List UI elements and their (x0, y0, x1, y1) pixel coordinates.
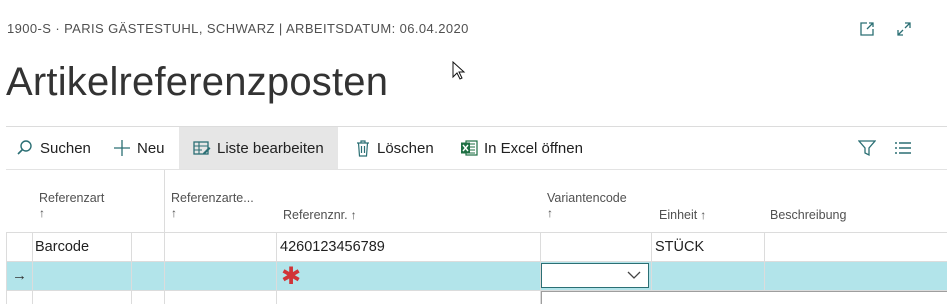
column-header-label: Referenzarte... (171, 191, 254, 205)
dropdown-flyout[interactable] (541, 291, 947, 304)
new-row[interactable] (6, 261, 947, 290)
required-field-icon: ✱ (281, 263, 302, 290)
variantencode-dropdown[interactable] (541, 263, 649, 288)
column-header-variantencode[interactable]: Variantencode ↑ (547, 191, 627, 221)
chevron-down-icon (627, 271, 641, 279)
grid-line (6, 232, 7, 304)
cell-einheit[interactable]: STÜCK (655, 239, 704, 255)
column-header-referenzart-nr[interactable]: Referenzarte... ↑ (171, 191, 254, 221)
grid-line (32, 232, 33, 304)
new-button-label: Neu (137, 139, 165, 157)
new-button[interactable]: Neu (113, 127, 165, 169)
edit-list-button[interactable]: Liste bearbeiten (179, 127, 338, 169)
list-view-button[interactable] (894, 127, 912, 169)
cell-referenznr[interactable]: 4260123456789 (280, 239, 385, 255)
grid-line (164, 170, 165, 304)
search-button[interactable]: Suchen (16, 127, 91, 169)
search-button-label: Suchen (40, 139, 91, 157)
filter-button[interactable] (858, 127, 876, 169)
row-indicator-arrow-icon: → (12, 267, 27, 284)
sort-ascending-icon: ↑ (39, 206, 45, 220)
expand-icon[interactable] (895, 20, 913, 38)
action-bar: Suchen Neu Liste bearbeiten Löschen In E… (6, 127, 947, 169)
delete-button[interactable]: Löschen (355, 127, 434, 169)
column-header-beschreibung[interactable]: Beschreibung (770, 208, 846, 223)
filter-icon (858, 140, 876, 157)
sort-ascending-icon: ↑ (350, 208, 357, 222)
list-view-icon (895, 142, 911, 154)
open-in-new-window-icon[interactable] (858, 20, 876, 38)
cell-referenzart[interactable]: Barcode (35, 239, 89, 255)
page-caption: 1900-S · PARIS GÄSTESTUHL, SCHWARZ | ARB… (7, 21, 469, 36)
open-in-excel-button[interactable]: In Excel öffnen (460, 127, 583, 169)
column-header-referenzart[interactable]: Referenzart ↑ (39, 191, 104, 221)
sort-ascending-icon: ↑ (171, 206, 177, 220)
plus-icon (114, 140, 130, 156)
trash-icon (357, 140, 369, 157)
grid-line (6, 261, 947, 262)
mouse-pointer-icon (452, 60, 466, 86)
column-header-label: Einheit (659, 208, 698, 222)
column-header-referenznr[interactable]: Referenznr. ↑ (283, 208, 357, 223)
grid-line (131, 232, 132, 304)
column-header-label: Beschreibung (770, 208, 847, 222)
grid-line (6, 232, 947, 233)
excel-icon (461, 140, 478, 156)
edit-list-button-label: Liste bearbeiten (217, 139, 324, 157)
sort-ascending-icon: ↑ (547, 206, 553, 220)
column-header-label: Referenznr. (283, 208, 348, 222)
column-header-label: Variantencode (547, 191, 627, 205)
edit-list-icon (193, 141, 211, 155)
column-header-einheit[interactable]: Einheit ↑ (659, 208, 706, 223)
delete-button-label: Löschen (377, 139, 434, 157)
column-header-label: Referenzart (39, 191, 105, 205)
open-in-excel-button-label: In Excel öffnen (484, 139, 583, 157)
page-title: Artikelreferenzposten (6, 60, 389, 104)
sort-ascending-icon: ↑ (700, 208, 707, 222)
item-reference-grid: Referenzart ↑ Referenzarte... ↑ Referenz… (6, 170, 947, 304)
grid-line (276, 232, 277, 304)
search-icon (17, 140, 32, 155)
